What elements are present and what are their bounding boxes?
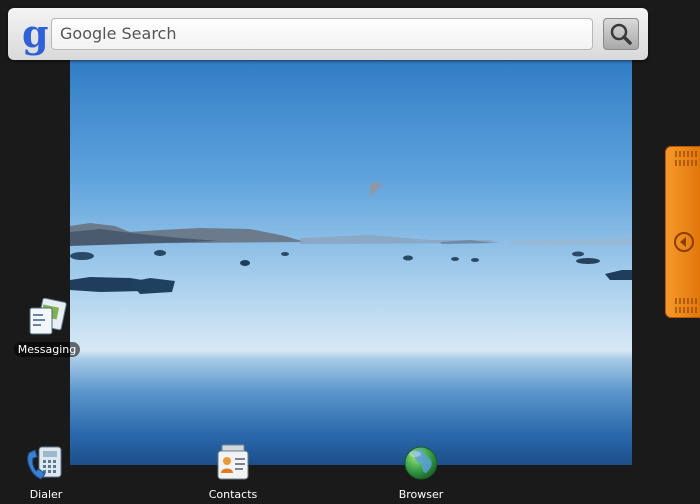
search-input[interactable]: Google Search xyxy=(51,18,593,50)
grip-top xyxy=(675,151,697,157)
shortcut-contacts[interactable]: Contacts xyxy=(188,443,278,502)
pointer-marker xyxy=(370,183,386,203)
phone-icon xyxy=(27,446,62,480)
shortcut-label-dialer: Dialer xyxy=(29,488,63,501)
magnifier-icon xyxy=(610,23,632,45)
chevron-left-circle-icon xyxy=(674,232,694,252)
app-drawer-handle[interactable] xyxy=(665,146,700,318)
lake-landscape xyxy=(70,223,632,294)
search-button[interactable] xyxy=(603,18,639,50)
grip-bottom xyxy=(675,298,697,304)
shortcut-browser[interactable]: Browser xyxy=(376,443,466,502)
grip-bottom-2 xyxy=(675,307,697,313)
messaging-icon xyxy=(29,298,67,335)
shortcut-messaging[interactable]: Messaging xyxy=(2,298,92,357)
contacts-card-icon xyxy=(217,444,249,480)
grip-top-2 xyxy=(675,160,697,166)
shortcut-label-browser: Browser xyxy=(398,488,444,501)
shortcut-dialer[interactable]: Dialer xyxy=(1,443,91,502)
shortcut-label-messaging: Messaging xyxy=(13,342,81,357)
wallpaper xyxy=(70,56,632,465)
globe-icon xyxy=(404,446,438,480)
google-search-widget[interactable]: g Google Search xyxy=(8,8,648,60)
google-logo[interactable]: g xyxy=(22,14,49,54)
shortcut-label-contacts: Contacts xyxy=(208,488,258,501)
